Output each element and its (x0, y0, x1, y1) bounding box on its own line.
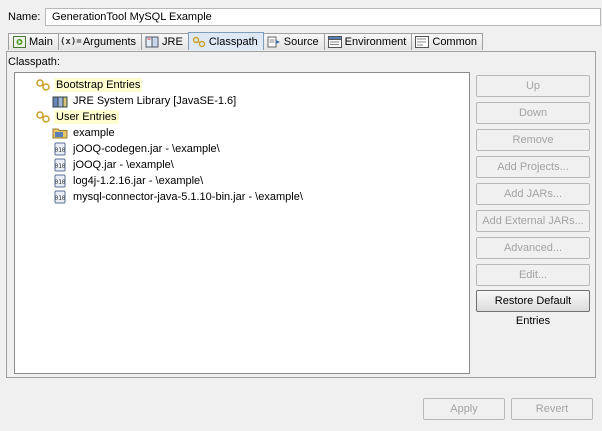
jar-icon: 010 (52, 142, 68, 156)
tree-node-user-entries-label: User Entries (54, 110, 119, 124)
restore-default-entries-button[interactable]: Restore Default Entries (476, 290, 590, 327)
tab-main-label: Main (29, 36, 53, 48)
tab-source-label: Source (283, 36, 319, 48)
tab-jre[interactable]: JRE (141, 33, 189, 50)
jre-icon (145, 36, 159, 48)
edit-button[interactable]: Edit... (476, 264, 590, 286)
tree-node-log4j[interactable]: 010 log4j-1.2.16.jar - \example\ (52, 173, 205, 189)
remove-button[interactable]: Remove (476, 129, 590, 151)
revert-button[interactable]: Revert (511, 398, 593, 420)
tree-node-jooq[interactable]: 010 jOOQ.jar - \example\ (52, 157, 176, 173)
advanced-button[interactable]: Advanced... (476, 237, 590, 259)
bootstrap-entries-icon (35, 78, 51, 92)
tree-node-mysql-connector[interactable]: 010 mysql-connector-java-5.1.10-bin.jar … (52, 189, 305, 205)
apply-button[interactable]: Apply (423, 398, 505, 420)
tree-node-jooq-codegen-label: jOOQ-codegen.jar - \example\ (73, 143, 220, 155)
name-row: Name: (6, 8, 601, 28)
tab-source[interactable]: Source (262, 33, 325, 50)
tab-arguments-label: Arguments (82, 36, 137, 48)
main-tab-icon (12, 36, 26, 48)
add-jars-button[interactable]: Add JARs... (476, 183, 590, 205)
user-entries-icon (35, 110, 51, 124)
svg-text:010: 010 (55, 163, 66, 170)
add-external-jars-button[interactable]: Add External JARs... (476, 210, 590, 232)
add-projects-button[interactable]: Add Projects... (476, 156, 590, 178)
svg-text:010: 010 (55, 179, 66, 186)
name-label: Name: (8, 11, 41, 23)
tab-common[interactable]: Common (411, 33, 483, 50)
tab-environment[interactable]: Environment (323, 33, 413, 50)
tree-node-bootstrap[interactable]: Bootstrap Entries (35, 77, 143, 93)
tree-node-jre-label: JRE System Library [JavaSE-1.6] (73, 95, 237, 107)
tab-common-label: Common (432, 36, 477, 48)
classpath-icon (192, 36, 206, 48)
tab-classpath[interactable]: Classpath (187, 32, 264, 50)
jar-icon: 010 (52, 174, 68, 188)
tab-main[interactable]: Main (8, 33, 59, 50)
tree-node-example[interactable]: example (52, 125, 117, 141)
svg-text:010: 010 (55, 147, 66, 154)
svg-text:010: 010 (55, 195, 66, 202)
up-button[interactable]: Up (476, 75, 590, 97)
library-icon (52, 94, 68, 108)
jar-icon: 010 (52, 190, 68, 204)
tree-node-jooq-codegen[interactable]: 010 jOOQ-codegen.jar - \example\ (52, 141, 222, 157)
name-input[interactable] (45, 8, 601, 26)
common-icon (415, 36, 430, 48)
tab-classpath-label: Classpath (208, 35, 258, 48)
tab-arguments[interactable]: (x)= Arguments (57, 33, 143, 50)
tab-jre-label: JRE (162, 36, 183, 48)
classpath-tree[interactable]: Bootstrap Entries JRE System Library [Ja… (14, 72, 470, 374)
tree-node-bootstrap-label: Bootstrap Entries (54, 78, 143, 92)
source-icon (267, 36, 281, 48)
tree-node-example-label: example (73, 127, 115, 139)
down-button[interactable]: Down (476, 102, 590, 124)
tree-node-mysql-connector-label: mysql-connector-java-5.1.10-bin.jar - \e… (73, 191, 303, 203)
tree-node-log4j-label: log4j-1.2.16.jar - \example\ (73, 175, 204, 187)
environment-icon (327, 36, 342, 48)
tab-environment-label: Environment (344, 36, 407, 48)
tab-bar: Main (x)= Arguments JRE Classpath Source… (8, 32, 483, 51)
arguments-icon: (x)= (60, 37, 82, 47)
tree-node-user-entries[interactable]: User Entries (35, 109, 119, 125)
tree-node-jooq-label: jOOQ.jar - \example\ (73, 159, 174, 171)
project-folder-icon (52, 126, 68, 140)
jar-icon: 010 (52, 158, 68, 172)
classpath-label: Classpath: (8, 56, 60, 68)
tree-node-jre-library[interactable]: JRE System Library [JavaSE-1.6] (52, 93, 238, 109)
